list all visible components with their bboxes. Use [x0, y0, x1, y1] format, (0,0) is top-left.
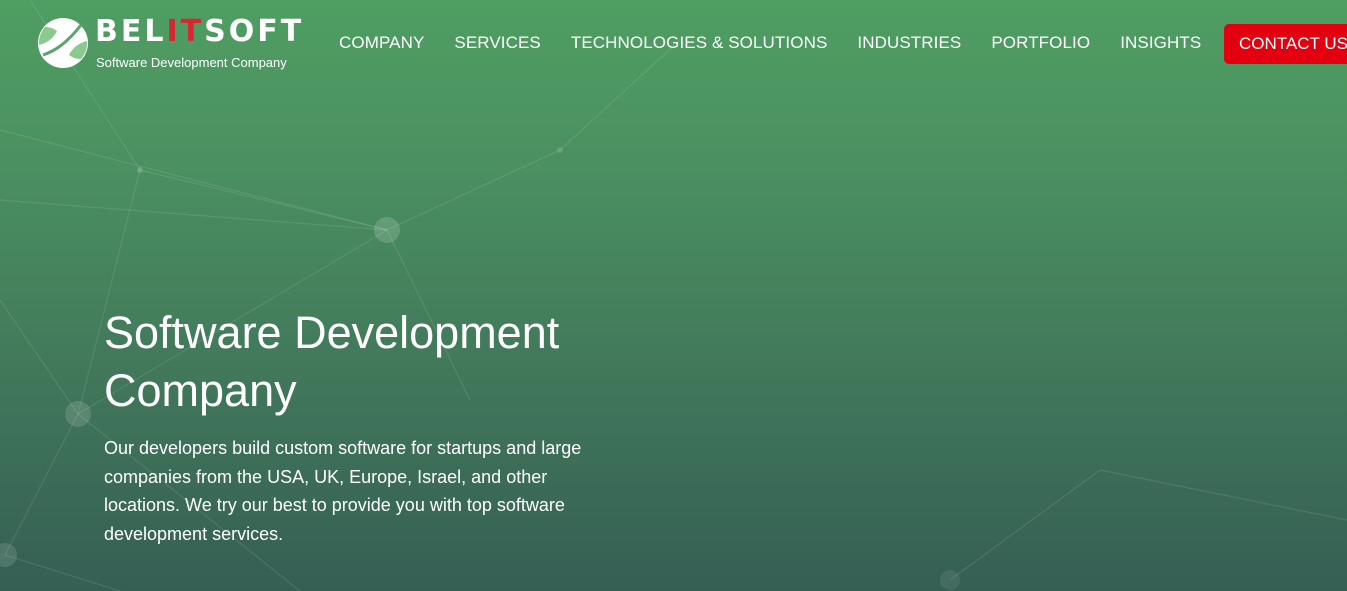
- logo-tagline: Software Development Company: [96, 55, 287, 70]
- nav-item-insights[interactable]: INSIGHTS: [1105, 30, 1216, 56]
- nav-item-company[interactable]: COMPANY: [324, 30, 439, 56]
- site-header: BELITSOFT Software Development Company C…: [0, 0, 1347, 86]
- hero-description: Our developers build custom software for…: [104, 438, 582, 544]
- logo-wordmark: BELITSOFT: [95, 14, 305, 49]
- nav-item-industries[interactable]: INDUSTRIES: [842, 30, 976, 56]
- main-nav: COMPANY SERVICES TECHNOLOGIES & SOLUTION…: [324, 30, 1216, 56]
- tennis-ball-logo-icon: [38, 18, 88, 68]
- nav-item-technologies-solutions[interactable]: TECHNOLOGIES & SOLUTIONS: [556, 30, 843, 56]
- contact-us-button[interactable]: CONTACT US: [1224, 24, 1347, 64]
- hero-title: Software Development Company: [104, 307, 560, 416]
- nav-item-portfolio[interactable]: PORTFOLIO: [976, 30, 1105, 56]
- logo[interactable]: BELITSOFT Software Development Company: [37, 14, 307, 74]
- nav-item-services[interactable]: SERVICES: [439, 30, 555, 56]
